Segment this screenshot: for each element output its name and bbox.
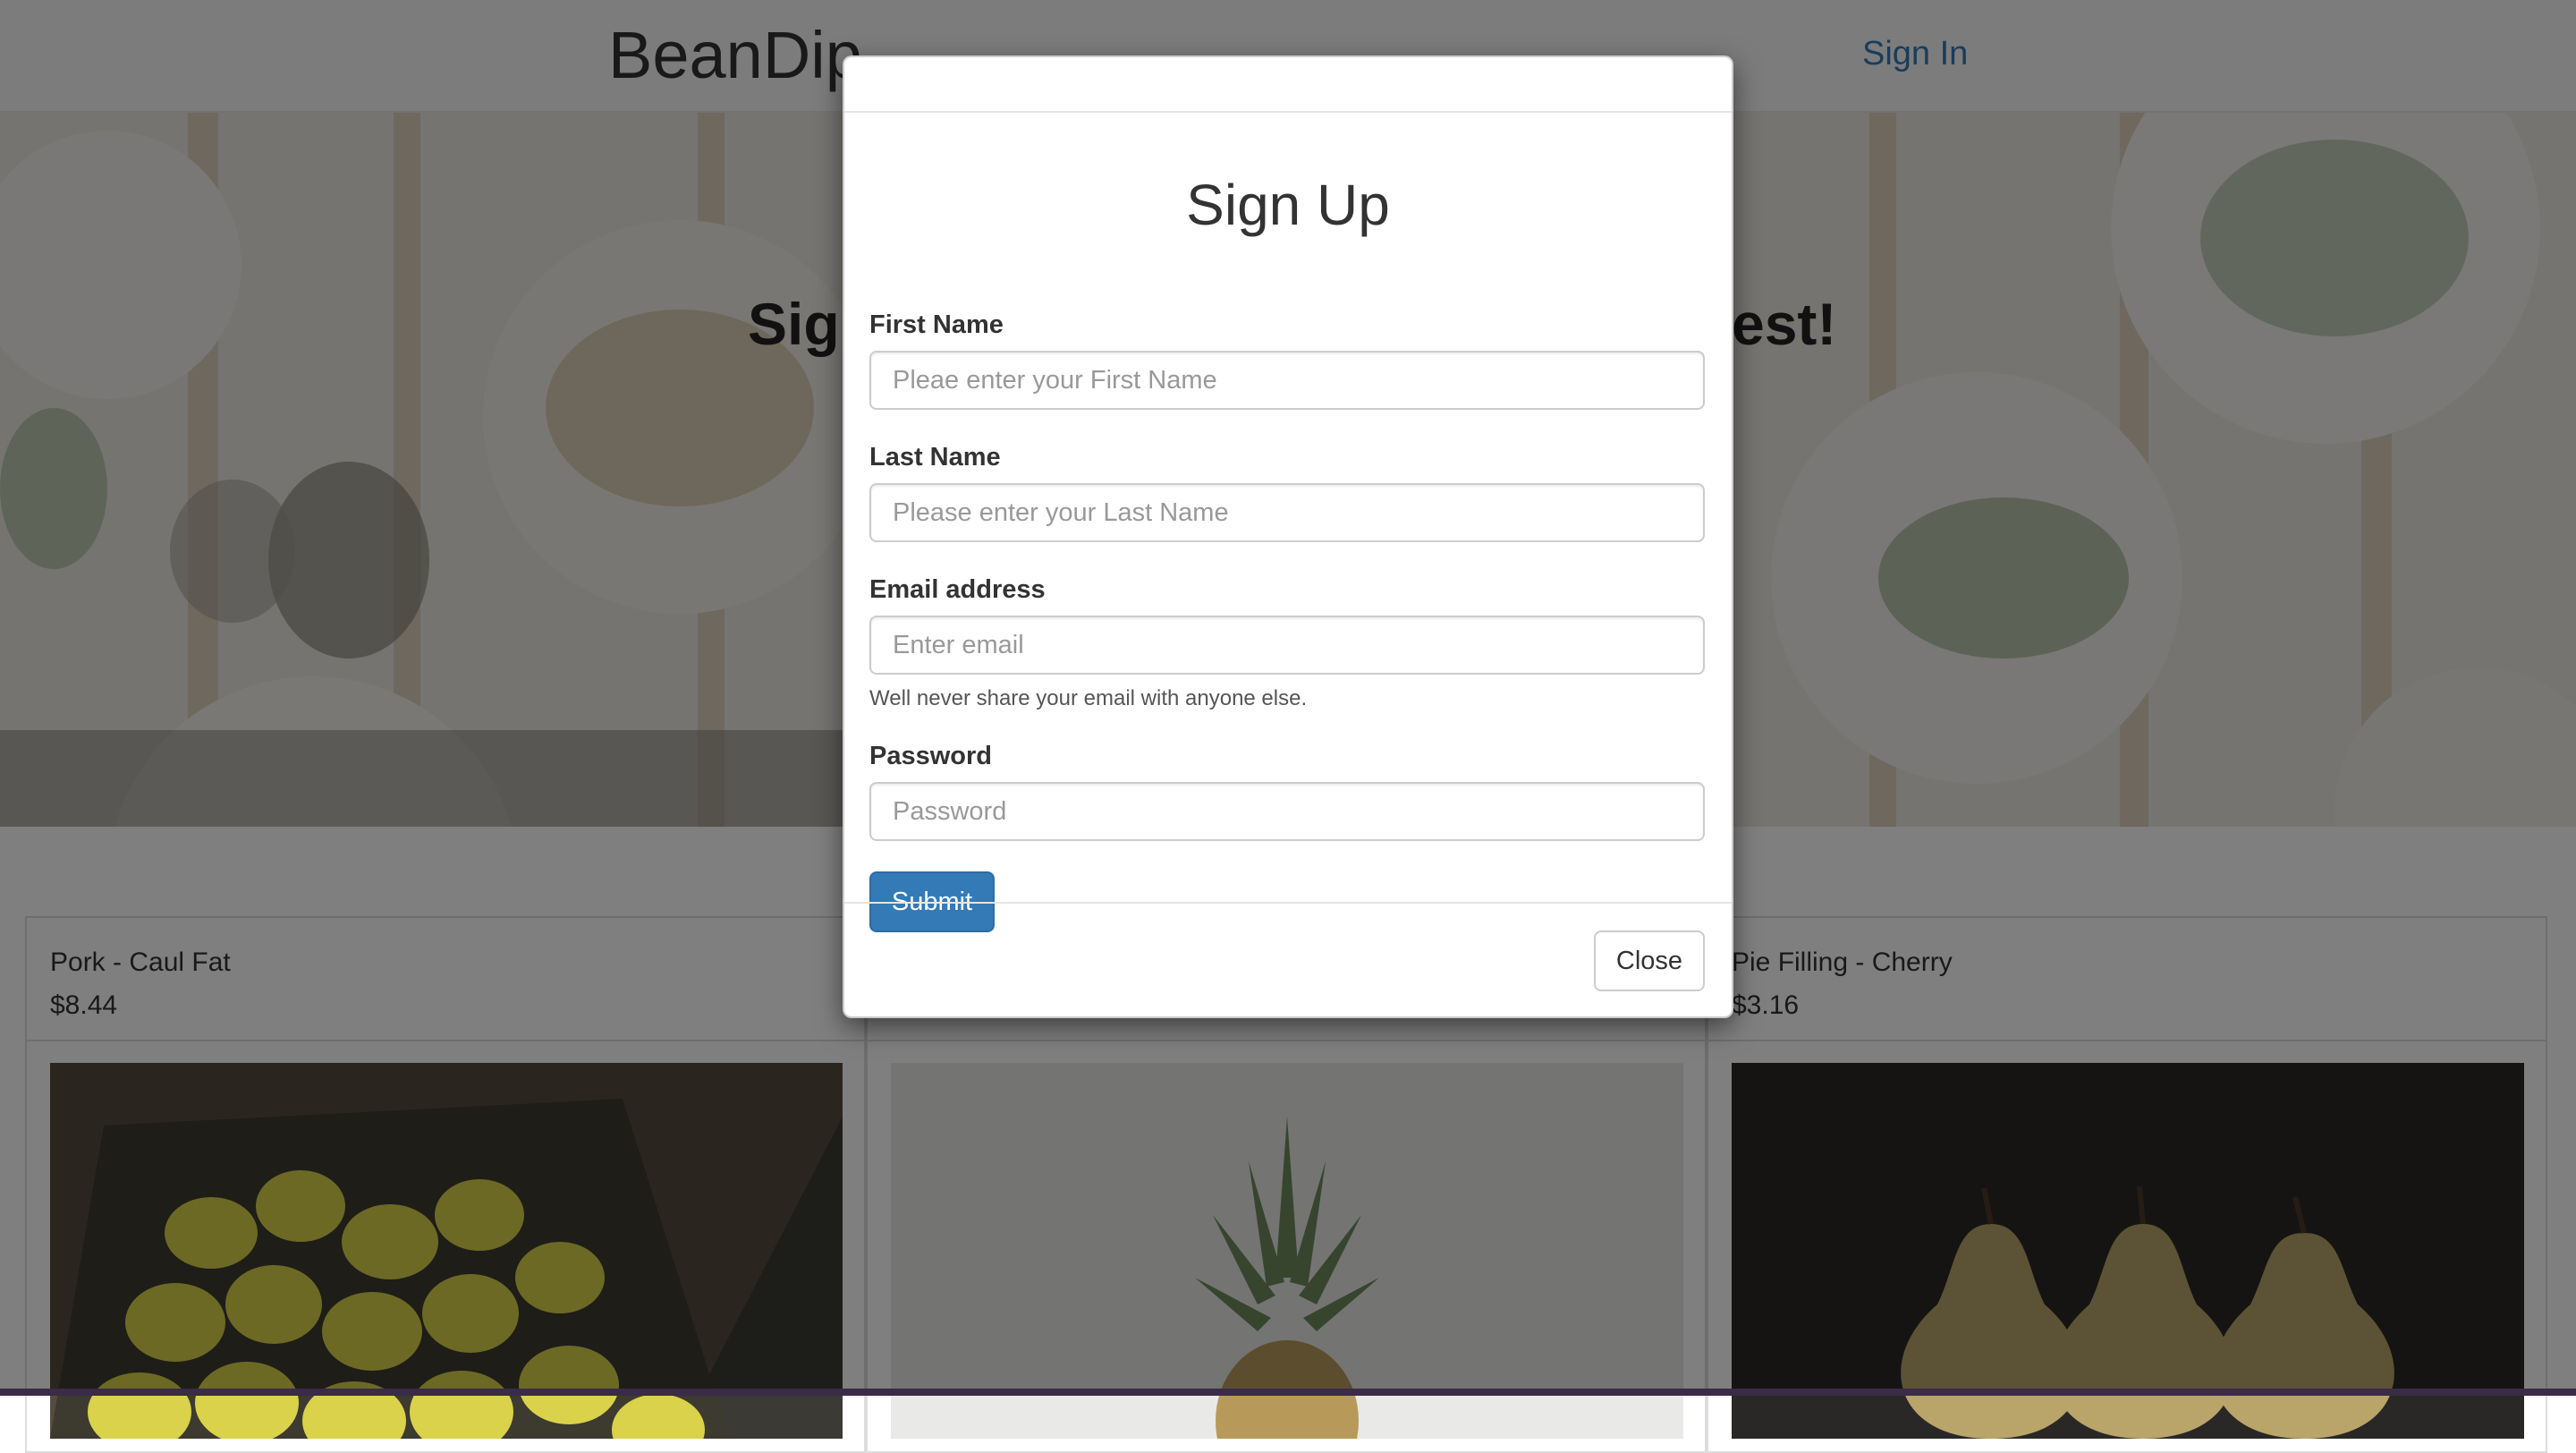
email-help-text: Well never share your email with anyone …	[869, 686, 1308, 710]
first-name-input[interactable]	[869, 351, 1705, 410]
password-label: Password	[869, 742, 992, 770]
last-name-input[interactable]	[869, 483, 1705, 542]
modal-header	[844, 57, 1732, 113]
modal-footer: Close	[844, 902, 1732, 1018]
email-input[interactable]	[869, 616, 1705, 675]
modal-body: Sign Up First Name Last Name Email addre…	[844, 113, 1732, 932]
close-button[interactable]: Close	[1594, 930, 1705, 991]
last-name-label: Last Name	[869, 443, 1001, 472]
email-label: Email address	[869, 575, 1046, 604]
window-bottom-edge	[0, 1389, 2576, 1396]
modal-title: Sign Up	[1186, 173, 1390, 237]
password-input[interactable]	[869, 782, 1705, 841]
sign-up-modal: Sign Up First Name Last Name Email addre…	[843, 55, 1733, 1018]
first-name-label: First Name	[869, 310, 1004, 339]
